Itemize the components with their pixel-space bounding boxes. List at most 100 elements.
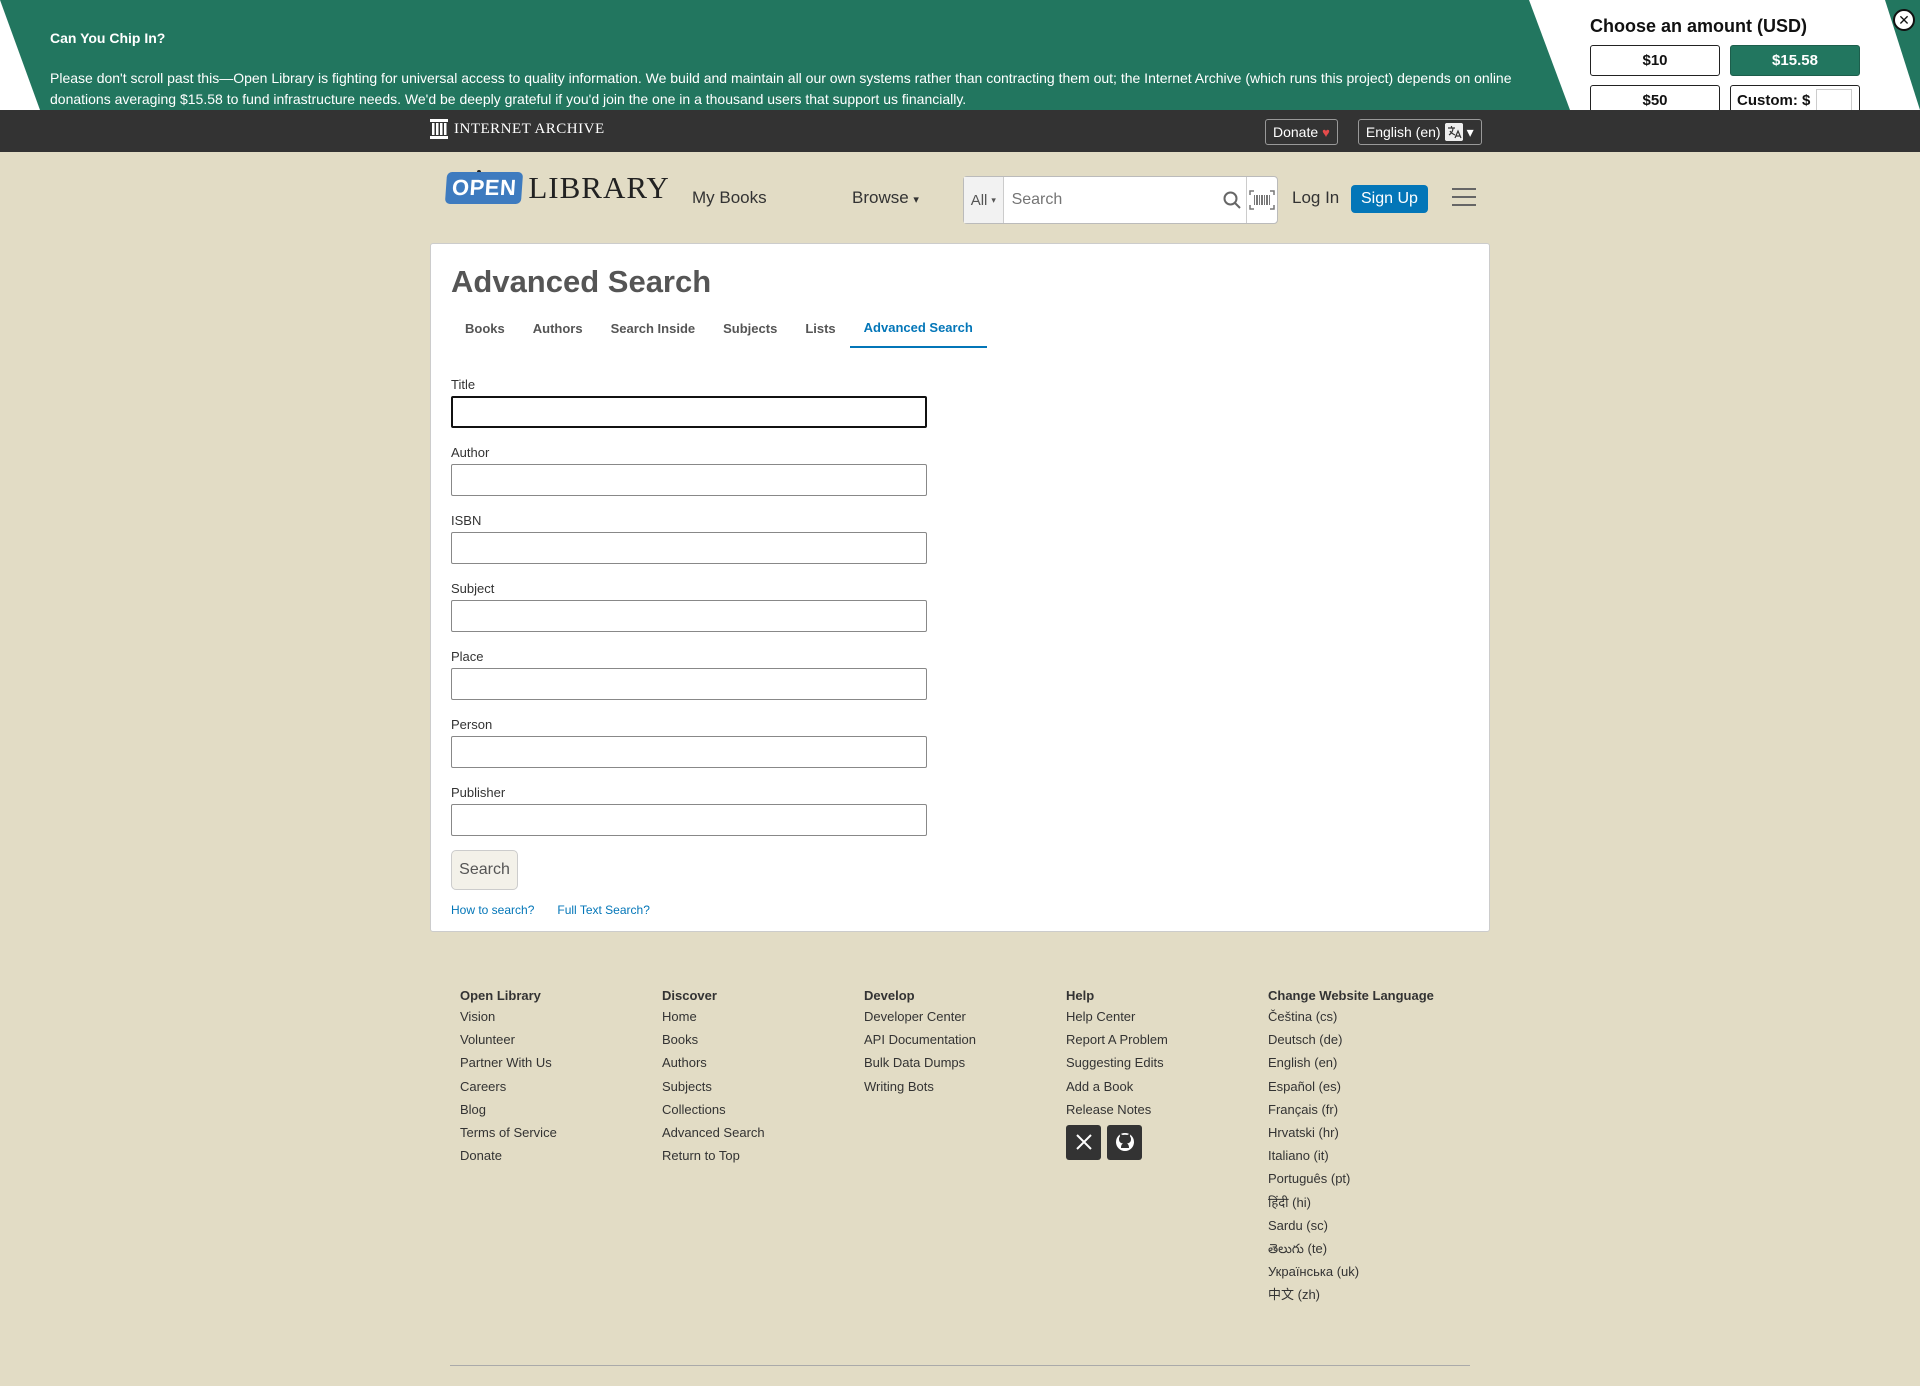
subject-input[interactable] (451, 600, 927, 632)
footer-link-donate[interactable]: Donate (460, 1148, 557, 1164)
search-button[interactable]: Search (451, 850, 518, 890)
footer-link-books[interactable]: Books (662, 1032, 765, 1048)
language-selector[interactable]: English (en) ▾ (1357, 119, 1482, 145)
footer-column-open-library: Open Library Vision Volunteer Partner Wi… (460, 988, 557, 1171)
footer-link-suggesting-edits[interactable]: Suggesting Edits (1066, 1055, 1168, 1071)
login-link[interactable]: Log In (1292, 188, 1339, 208)
amount-15-58-button[interactable]: $15.58 (1730, 45, 1860, 76)
amount-title: Choose an amount (USD) (1590, 16, 1808, 36)
search-submit-button[interactable] (1219, 178, 1246, 222)
search-icon (1223, 191, 1241, 209)
footer-link-report-problem[interactable]: Report A Problem (1066, 1032, 1168, 1048)
publisher-input[interactable] (451, 804, 927, 836)
language-link-it[interactable]: Italiano (it) (1268, 1148, 1434, 1164)
language-link-hr[interactable]: Hrvatski (hr) (1268, 1125, 1434, 1141)
open-library-logo[interactable]: OPEN LIBRARY (444, 170, 670, 206)
footer-link-api-docs[interactable]: API Documentation (864, 1032, 976, 1048)
footer-link-advanced-search[interactable]: Advanced Search (662, 1125, 765, 1141)
social-links (1066, 1124, 1168, 1160)
advanced-search-card: Advanced Search Books Authors Search Ins… (430, 243, 1490, 932)
footer-link-terms[interactable]: Terms of Service (460, 1125, 557, 1141)
language-link-hi[interactable]: हिंदी (hi) (1268, 1195, 1434, 1211)
footer-link-home[interactable]: Home (662, 1009, 765, 1025)
place-input[interactable] (451, 668, 927, 700)
tab-lists[interactable]: Lists (791, 308, 849, 348)
donate-button[interactable]: Donate ♥ (1265, 119, 1338, 145)
internet-archive-logo[interactable]: INTERNET ARCHIVE (430, 119, 605, 139)
footer-link-partner[interactable]: Partner With Us (460, 1055, 557, 1071)
subject-field: Subject (451, 581, 927, 632)
language-link-sc[interactable]: Sardu (sc) (1268, 1218, 1434, 1234)
footer-link-subjects[interactable]: Subjects (662, 1079, 765, 1095)
footer-link-blog[interactable]: Blog (460, 1102, 557, 1118)
logo-open: OPEN (444, 172, 524, 204)
footer-link-add-book[interactable]: Add a Book (1066, 1079, 1168, 1095)
internet-archive-bar: INTERNET ARCHIVE Donate ♥ English (en) ▾ (0, 110, 1920, 152)
footer-link-authors[interactable]: Authors (662, 1055, 765, 1071)
language-link-te[interactable]: తెలుగు (te) (1268, 1241, 1434, 1257)
publisher-field: Publisher (451, 785, 927, 836)
custom-amount-input[interactable] (1816, 89, 1853, 110)
language-link-zh[interactable]: 中文 (zh) (1268, 1287, 1434, 1303)
banner-body: Please don't scroll past this—Open Libra… (50, 70, 1512, 107)
footer-link-vision[interactable]: Vision (460, 1009, 557, 1025)
close-banner-button[interactable]: ✕ (1893, 9, 1915, 31)
footer-link-writing-bots[interactable]: Writing Bots (864, 1079, 976, 1095)
footer-link-data-dumps[interactable]: Bulk Data Dumps (864, 1055, 976, 1071)
person-label: Person (451, 717, 493, 732)
language-link-uk[interactable]: Українська (uk) (1268, 1264, 1434, 1280)
barcode-icon (1249, 190, 1275, 210)
tab-search-inside[interactable]: Search Inside (597, 308, 710, 348)
browse-menu[interactable]: Browse ▾ (852, 188, 919, 208)
language-link-de[interactable]: Deutsch (de) (1268, 1032, 1434, 1048)
footer-column-develop: Develop Developer Center API Documentati… (864, 988, 976, 1102)
footer-link-collections[interactable]: Collections (662, 1102, 765, 1118)
publisher-label: Publisher (451, 785, 506, 800)
footer-link-help-center[interactable]: Help Center (1066, 1009, 1168, 1025)
amount-10-button[interactable]: $10 (1590, 45, 1720, 76)
heart-icon: ♥ (1322, 124, 1330, 140)
full-text-search-link[interactable]: Full Text Search? (557, 903, 650, 917)
hamburger-menu-icon[interactable] (1452, 188, 1476, 208)
subject-label: Subject (451, 581, 495, 596)
footer-divider (450, 1365, 1470, 1366)
signup-button[interactable]: Sign Up (1351, 185, 1428, 213)
page-title: Advanced Search (451, 264, 712, 299)
how-to-search-link[interactable]: How to search? (451, 903, 534, 917)
person-field: Person (451, 717, 927, 768)
language-link-fr[interactable]: Français (fr) (1268, 1102, 1434, 1118)
footer-link-release-notes[interactable]: Release Notes (1066, 1102, 1168, 1118)
footer-link-volunteer[interactable]: Volunteer (460, 1032, 557, 1048)
tab-authors[interactable]: Authors (519, 308, 597, 348)
github-button[interactable] (1107, 1124, 1142, 1160)
tab-books[interactable]: Books (451, 308, 519, 348)
search-filter-select[interactable]: All ▾ (964, 177, 1004, 223)
language-link-es[interactable]: Español (es) (1268, 1079, 1434, 1095)
author-field: Author (451, 445, 927, 496)
footer-link-careers[interactable]: Careers (460, 1079, 557, 1095)
footer-link-return-to-top[interactable]: Return to Top (662, 1148, 765, 1164)
tab-advanced-search[interactable]: Advanced Search (849, 308, 987, 348)
language-link-cs[interactable]: Čeština (cs) (1268, 1009, 1434, 1025)
internet-archive-label: INTERNET ARCHIVE (454, 120, 605, 137)
logo-library: LIBRARY (528, 170, 670, 205)
donate-label: Donate (1273, 124, 1319, 140)
language-link-en[interactable]: English (en) (1268, 1055, 1434, 1071)
tab-subjects[interactable]: Subjects (709, 308, 791, 348)
footer-link-developer-center[interactable]: Developer Center (864, 1009, 976, 1025)
person-input[interactable] (451, 736, 927, 768)
translate-icon (1444, 123, 1463, 141)
my-books-link[interactable]: My Books (692, 188, 767, 208)
title-input[interactable] (451, 396, 927, 428)
author-input[interactable] (451, 464, 927, 496)
language-link-pt[interactable]: Português (pt) (1268, 1171, 1434, 1187)
amount-50-button[interactable]: $50 (1590, 85, 1720, 110)
barcode-scanner-button[interactable] (1246, 177, 1277, 223)
amount-custom[interactable]: Custom: $ (1730, 85, 1860, 110)
search-input[interactable] (1003, 178, 1219, 222)
x-twitter-button[interactable] (1066, 1124, 1101, 1160)
isbn-input[interactable] (451, 532, 927, 564)
footer-column-languages: Change Website Language Čeština (cs) Deu… (1268, 988, 1434, 1310)
footer-heading: Help (1066, 988, 1095, 1003)
ia-bar-actions: Donate ♥ English (en) ▾ (1265, 119, 1482, 145)
